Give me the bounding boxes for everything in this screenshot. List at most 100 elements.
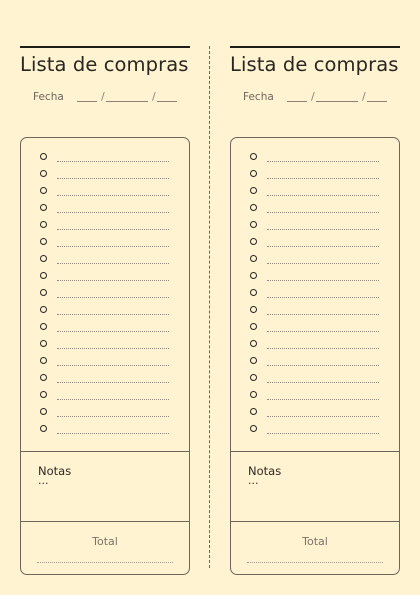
month-field[interactable]	[106, 101, 148, 102]
list-item[interactable]	[40, 353, 169, 370]
item-line[interactable]	[57, 348, 169, 349]
item-line[interactable]	[267, 314, 379, 315]
list-item[interactable]	[250, 251, 379, 268]
notes-text[interactable]: ...	[38, 474, 49, 487]
item-line[interactable]	[267, 297, 379, 298]
item-line[interactable]	[57, 263, 169, 264]
checkbox-circle-icon[interactable]	[250, 153, 257, 160]
checkbox-circle-icon[interactable]	[250, 221, 257, 228]
checkbox-circle-icon[interactable]	[250, 238, 257, 245]
list-item[interactable]	[40, 200, 169, 217]
list-item[interactable]	[250, 200, 379, 217]
checkbox-circle-icon[interactable]	[40, 306, 47, 313]
checkbox-circle-icon[interactable]	[40, 272, 47, 279]
list-item[interactable]	[250, 387, 379, 404]
list-item[interactable]	[250, 217, 379, 234]
list-item[interactable]	[40, 166, 169, 183]
checkbox-circle-icon[interactable]	[40, 153, 47, 160]
item-line[interactable]	[57, 229, 169, 230]
item-line[interactable]	[57, 161, 169, 162]
item-line[interactable]	[267, 212, 379, 213]
list-item[interactable]	[250, 234, 379, 251]
item-line[interactable]	[57, 416, 169, 417]
list-item[interactable]	[40, 251, 169, 268]
checkbox-circle-icon[interactable]	[250, 170, 257, 177]
item-line[interactable]	[57, 195, 169, 196]
day-field[interactable]	[77, 101, 97, 102]
item-line[interactable]	[267, 416, 379, 417]
item-line[interactable]	[267, 382, 379, 383]
checkbox-circle-icon[interactable]	[250, 289, 257, 296]
year-field[interactable]	[367, 101, 387, 102]
list-item[interactable]	[250, 268, 379, 285]
list-item[interactable]	[40, 370, 169, 387]
checkbox-circle-icon[interactable]	[40, 221, 47, 228]
checkbox-circle-icon[interactable]	[40, 408, 47, 415]
item-line[interactable]	[57, 382, 169, 383]
checkbox-circle-icon[interactable]	[250, 204, 257, 211]
checkbox-circle-icon[interactable]	[250, 187, 257, 194]
item-line[interactable]	[57, 433, 169, 434]
list-item[interactable]	[40, 217, 169, 234]
day-field[interactable]	[287, 101, 307, 102]
item-line[interactable]	[267, 246, 379, 247]
list-item[interactable]	[40, 234, 169, 251]
checkbox-circle-icon[interactable]	[40, 255, 47, 262]
item-line[interactable]	[267, 433, 379, 434]
list-item[interactable]	[40, 183, 169, 200]
item-line[interactable]	[57, 331, 169, 332]
checkbox-circle-icon[interactable]	[250, 357, 257, 364]
list-item[interactable]	[40, 421, 169, 438]
item-line[interactable]	[57, 365, 169, 366]
checkbox-circle-icon[interactable]	[40, 357, 47, 364]
checkbox-circle-icon[interactable]	[40, 238, 47, 245]
item-line[interactable]	[57, 314, 169, 315]
item-line[interactable]	[267, 365, 379, 366]
list-item[interactable]	[250, 166, 379, 183]
item-line[interactable]	[267, 399, 379, 400]
list-item[interactable]	[250, 353, 379, 370]
checkbox-circle-icon[interactable]	[40, 204, 47, 211]
checkbox-circle-icon[interactable]	[250, 374, 257, 381]
list-item[interactable]	[40, 149, 169, 166]
checkbox-circle-icon[interactable]	[40, 340, 47, 347]
list-item[interactable]	[250, 336, 379, 353]
item-line[interactable]	[57, 178, 169, 179]
item-line[interactable]	[267, 331, 379, 332]
item-line[interactable]	[267, 178, 379, 179]
item-line[interactable]	[267, 195, 379, 196]
list-item[interactable]	[250, 421, 379, 438]
checkbox-circle-icon[interactable]	[250, 323, 257, 330]
checkbox-circle-icon[interactable]	[40, 391, 47, 398]
item-line[interactable]	[267, 263, 379, 264]
list-item[interactable]	[40, 387, 169, 404]
checkbox-circle-icon[interactable]	[250, 272, 257, 279]
checkbox-circle-icon[interactable]	[40, 187, 47, 194]
item-line[interactable]	[57, 280, 169, 281]
item-line[interactable]	[267, 161, 379, 162]
list-item[interactable]	[40, 336, 169, 353]
item-line[interactable]	[57, 246, 169, 247]
total-field[interactable]	[247, 562, 383, 563]
year-field[interactable]	[157, 101, 177, 102]
list-item[interactable]	[40, 285, 169, 302]
list-item[interactable]	[250, 285, 379, 302]
list-item[interactable]	[40, 404, 169, 421]
list-item[interactable]	[250, 404, 379, 421]
list-item[interactable]	[250, 319, 379, 336]
checkbox-circle-icon[interactable]	[40, 170, 47, 177]
checkbox-circle-icon[interactable]	[40, 374, 47, 381]
list-item[interactable]	[250, 370, 379, 387]
item-line[interactable]	[57, 399, 169, 400]
total-field[interactable]	[37, 562, 173, 563]
checkbox-circle-icon[interactable]	[250, 408, 257, 415]
checkbox-circle-icon[interactable]	[40, 323, 47, 330]
list-item[interactable]	[40, 268, 169, 285]
list-item[interactable]	[40, 302, 169, 319]
item-line[interactable]	[57, 212, 169, 213]
checkbox-circle-icon[interactable]	[250, 255, 257, 262]
checkbox-circle-icon[interactable]	[250, 306, 257, 313]
checkbox-circle-icon[interactable]	[250, 391, 257, 398]
item-line[interactable]	[267, 348, 379, 349]
list-item[interactable]	[250, 149, 379, 166]
